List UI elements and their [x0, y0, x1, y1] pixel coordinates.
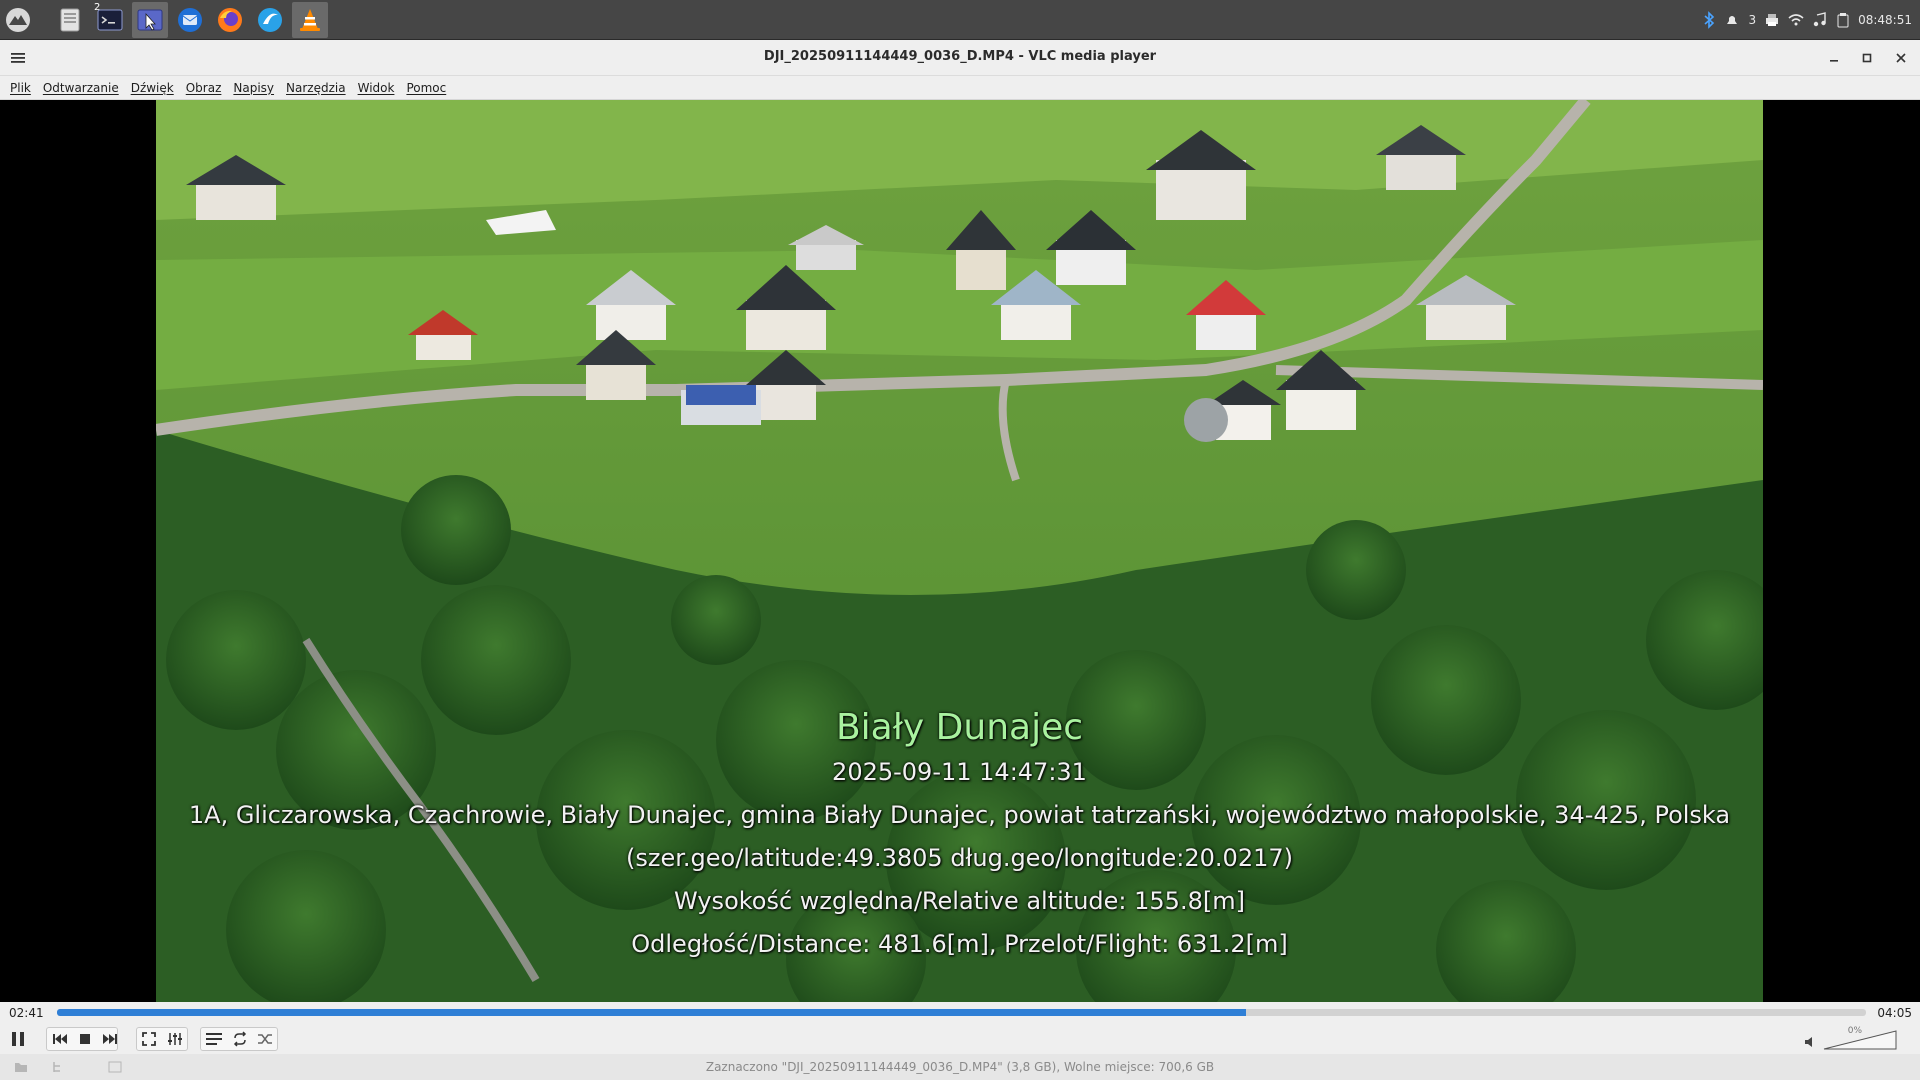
volume-wedge [1823, 1030, 1897, 1050]
total-time[interactable]: 04:05 [1877, 1006, 1912, 1020]
next-button[interactable] [98, 1027, 122, 1051]
fullscreen-button[interactable] [137, 1027, 161, 1051]
close-icon [1896, 53, 1906, 63]
menu-widok[interactable]: Widok [352, 81, 401, 95]
thunderbird-icon [178, 8, 202, 32]
printer-icon[interactable] [1764, 12, 1780, 28]
stop-button[interactable] [73, 1027, 97, 1051]
window-title: DJI_20250911144449_0036_D.MP4 - VLC medi… [763, 49, 1157, 64]
file-manager-icon [60, 8, 80, 32]
bluetooth-icon[interactable] [1702, 11, 1716, 29]
controls-row: 0% [0, 1024, 1920, 1054]
subtitle-datetime: 2025-09-11 14:47:31 [832, 758, 1087, 786]
statusbar-text: Zaznaczono "DJI_20250911144449_0036_D.MP… [705, 1060, 1215, 1074]
fullscreen-icon [142, 1032, 156, 1046]
terminal-launcher[interactable]: 2 [92, 2, 128, 38]
clipboard-icon[interactable] [1836, 12, 1850, 28]
subtitle-address: 1A, Gliczarowska, Czachrowie, Biały Duna… [188, 801, 1731, 829]
previous-button[interactable] [48, 1027, 72, 1051]
shuffle-icon [258, 1034, 272, 1044]
seek-slider[interactable] [57, 1009, 1866, 1016]
notifications-icon[interactable] [1724, 12, 1740, 28]
extended-settings-button[interactable] [163, 1027, 187, 1051]
pause-button[interactable] [6, 1027, 30, 1051]
firefox-icon [218, 8, 242, 32]
window-titlebar: DJI_20250911144449_0036_D.MP4 - VLC medi… [0, 40, 1920, 76]
maximize-icon [1862, 53, 1872, 63]
subtitle-place: Biały Dunajec [835, 707, 1084, 748]
menu-odtwarzanie[interactable]: Odtwarzanie [37, 81, 125, 95]
firefox-launcher[interactable] [212, 2, 248, 38]
close-button[interactable] [1890, 47, 1912, 69]
screenshot-tool-icon [137, 9, 163, 31]
status-bar: Zaznaczono "DJI_20250911144449_0036_D.MP… [0, 1054, 1920, 1080]
menu-pomoc[interactable]: Pomoc [400, 81, 452, 95]
elapsed-time[interactable]: 02:41 [9, 1006, 44, 1020]
stop-icon [80, 1034, 90, 1044]
playlist-button[interactable] [202, 1027, 226, 1051]
mute-icon[interactable] [1804, 1033, 1816, 1052]
loop-icon [233, 1031, 247, 1047]
app-menu-icon [6, 8, 30, 32]
playlist-icon [206, 1033, 222, 1045]
video-area[interactable]: Biały Dunajec 2025-09-11 14:47:31 1A, Gl… [0, 100, 1920, 1002]
maximize-button[interactable] [1856, 47, 1878, 69]
audio-icon[interactable] [1812, 12, 1828, 28]
web-browser-icon [258, 8, 282, 32]
terminal-window-count: 2 [94, 2, 101, 13]
subtitle-coordinates: (szer.geo/latitude:49.3805 dług.geo/long… [625, 844, 1293, 872]
pause-icon [12, 1032, 24, 1046]
shuffle-button[interactable] [253, 1027, 277, 1051]
menu-plik[interactable]: Plik [4, 81, 37, 95]
video-subtitles: Biały Dunajec 2025-09-11 14:47:31 1A, Gl… [156, 705, 1763, 966]
web-browser-launcher[interactable] [252, 2, 288, 38]
screenshot-tool-launcher[interactable] [132, 2, 168, 38]
seek-progress [57, 1009, 1246, 1016]
top-panel: 2 3 08:48:51 [0, 0, 1920, 40]
system-tray: 3 08:48:51 [1702, 0, 1912, 40]
subtitle-altitude: Wysokość względna/Relative altitude: 155… [674, 887, 1245, 915]
wifi-icon[interactable] [1788, 13, 1804, 27]
menu-dzwiek[interactable]: Dźwięk [125, 81, 180, 95]
menu-bar: Plik Odtwarzanie Dźwięk Obraz Napisy Nar… [0, 76, 1920, 100]
equalizer-icon [168, 1033, 182, 1045]
clock[interactable]: 08:48:51 [1858, 13, 1912, 27]
vlc-icon [300, 9, 320, 31]
previous-icon [53, 1034, 67, 1044]
menu-narzedzia[interactable]: Narzędzia [280, 81, 352, 95]
thunderbird-launcher[interactable] [172, 2, 208, 38]
file-manager-launcher[interactable] [52, 2, 88, 38]
notification-count: 3 [1748, 13, 1757, 27]
minimize-button[interactable] [1823, 47, 1845, 69]
app-menu-launcher[interactable] [0, 2, 36, 38]
vlc-launcher[interactable] [292, 2, 328, 38]
minimize-icon [1830, 60, 1838, 62]
subtitle-distance: Odległość/Distance: 481.6[m], Przelot/Fl… [631, 930, 1288, 958]
volume-slider[interactable] [1822, 1027, 1900, 1053]
menu-napisy[interactable]: Napisy [227, 81, 280, 95]
menu-obraz[interactable]: Obraz [180, 81, 228, 95]
seek-row: 02:41 04:05 [0, 1002, 1920, 1024]
next-icon [103, 1034, 117, 1044]
loop-button[interactable] [228, 1027, 252, 1051]
